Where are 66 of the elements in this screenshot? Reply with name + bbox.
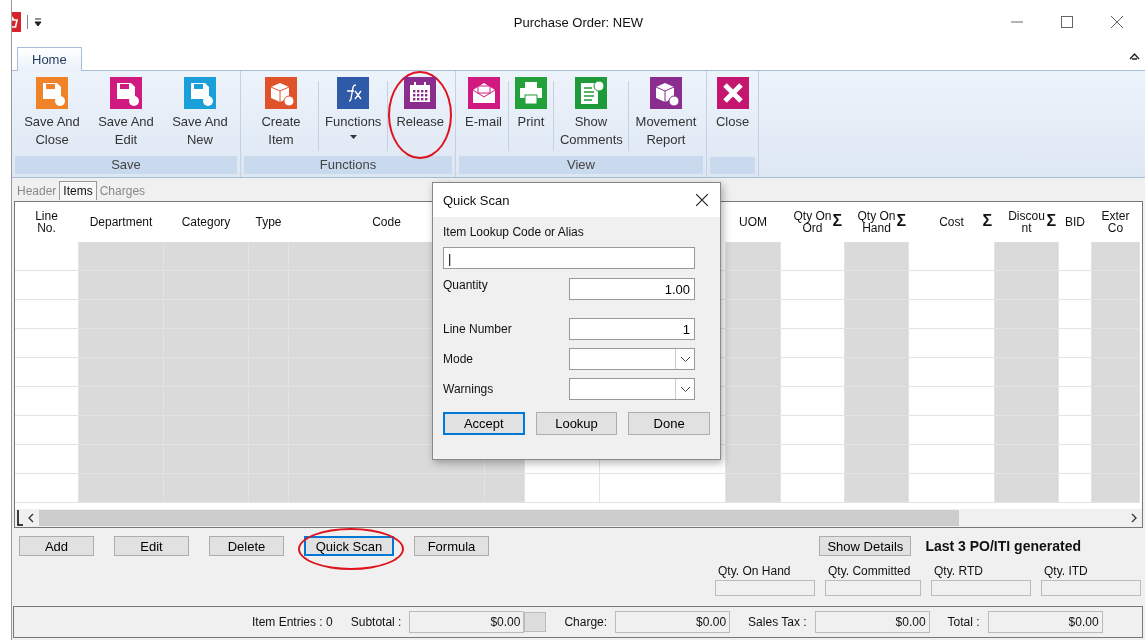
total-label: Sales Tax : xyxy=(748,615,807,629)
ribbon-button[interactable]: Close xyxy=(709,77,756,131)
column-heading: Cost xyxy=(939,216,964,228)
action-button[interactable]: Add xyxy=(19,536,94,556)
ribbon-tab[interactable]: Home xyxy=(17,47,82,71)
action-button[interactable]: Edit xyxy=(114,536,189,556)
column-heading: Qty On Ord xyxy=(792,210,833,234)
window-title: Purchase Order: NEW xyxy=(513,14,644,30)
action-button[interactable]: Formula xyxy=(414,536,489,556)
column-header[interactable]: Line No. xyxy=(15,202,79,242)
amount-field: $0.00 xyxy=(409,611,525,633)
amount-field: $0.00 xyxy=(814,611,930,633)
action-button[interactable]: Delete xyxy=(209,536,284,556)
action-button[interactable]: Quick Scan xyxy=(304,536,394,556)
ribbon-button[interactable]: Print xyxy=(508,77,553,131)
sum-sign[interactable]: Σ xyxy=(982,215,992,227)
sum-sign[interactable]: Σ xyxy=(832,215,842,227)
field-label: Qty. ITD xyxy=(1043,564,1089,578)
column-heading: UOM xyxy=(739,216,767,228)
column-heading: Department xyxy=(89,216,153,228)
sum-sign[interactable]: Σ xyxy=(896,215,906,227)
ribbon-button[interactable]: Save And Edit xyxy=(89,77,163,149)
ribbon-button[interactable]: Create Item xyxy=(244,77,318,149)
column-heading: Type xyxy=(255,216,282,228)
field-label: Mode xyxy=(443,352,474,366)
ribbon-button[interactable]: Functions xyxy=(319,77,388,139)
amount-field: $0.00 xyxy=(615,611,731,633)
dialog-button[interactable]: Accept xyxy=(443,412,525,435)
field-label: Qty. RTD xyxy=(933,564,984,578)
column-heading: Line No. xyxy=(34,210,59,234)
group-label: Functions xyxy=(244,156,453,174)
group-label: Save xyxy=(15,156,237,174)
column-heading: Code xyxy=(372,216,401,228)
column-heading: Exter Co xyxy=(1100,210,1131,234)
total-label: Subtotal : xyxy=(350,615,402,629)
number-input-field[interactable]: 1 xyxy=(569,318,695,340)
tab[interactable]: Items xyxy=(59,181,97,200)
dialog-button[interactable]: Done xyxy=(628,412,710,435)
generated-note: Last 3 PO/ITI generated xyxy=(925,538,1081,554)
column-heading: BID xyxy=(1065,216,1085,228)
lookup-input-field[interactable]: | xyxy=(443,247,695,269)
column-header[interactable]: BID xyxy=(1059,202,1092,242)
ribbon-button[interactable]: Release xyxy=(390,77,451,131)
total-label: Total : xyxy=(947,615,980,629)
show-details-button[interactable]: Show Details xyxy=(819,536,912,556)
field-label: Qty. On Hand xyxy=(717,564,792,578)
ribbon-button[interactable]: E-mail xyxy=(459,77,508,131)
column-heading: Category xyxy=(181,216,231,228)
group-label: View xyxy=(459,156,703,174)
field-label: Line Number xyxy=(443,322,512,336)
total-label: Charge: xyxy=(564,615,608,629)
item-entries-count: Item Entries : 0 xyxy=(252,615,333,629)
field-label: Warnings xyxy=(443,382,494,396)
dialog-button[interactable]: Lookup xyxy=(535,412,618,435)
amount-field: $0.00 xyxy=(987,611,1103,633)
column-header[interactable]: Cost Σ xyxy=(909,202,995,242)
column-heading: Discou nt xyxy=(1007,210,1046,234)
field-label: Quantity xyxy=(443,278,488,292)
ribbon-button[interactable]: Movement Report xyxy=(628,77,703,149)
field-label: Qty. Committed xyxy=(827,564,912,578)
ribbon-button[interactable]: Save And Close xyxy=(15,77,89,149)
number-input-field[interactable]: 1.00 xyxy=(569,278,695,300)
column-heading: Qty On Hand xyxy=(856,210,897,234)
ribbon-button[interactable]: Show Comments xyxy=(553,77,628,149)
sum-sign[interactable]: Σ xyxy=(1046,215,1056,227)
ribbon-button[interactable]: Save And New xyxy=(163,77,237,149)
